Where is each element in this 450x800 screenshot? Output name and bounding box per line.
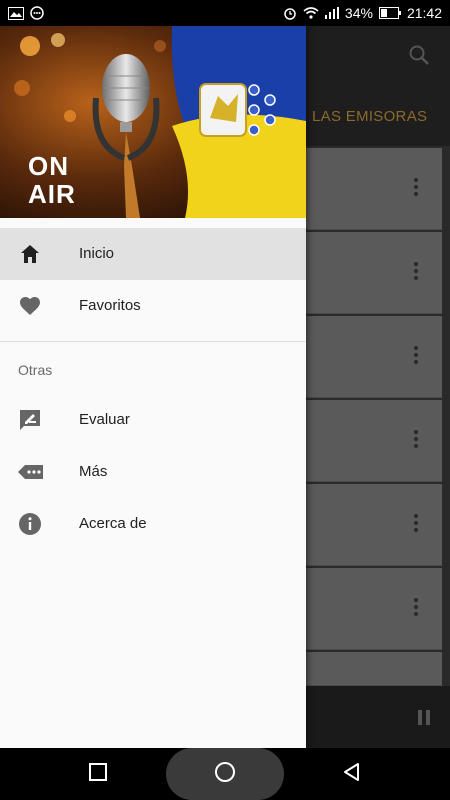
home-button[interactable] [211, 748, 239, 800]
overflow-menu-icon[interactable] [414, 514, 418, 535]
nav-item-inicio[interactable]: Inicio [0, 228, 306, 280]
nav-label-mas: Más [79, 463, 108, 480]
messenger-notification-icon [30, 6, 44, 20]
gallery-notification-icon [8, 6, 24, 20]
alarm-icon [283, 6, 297, 20]
search-icon[interactable] [408, 44, 430, 71]
overflow-menu-icon[interactable] [414, 346, 418, 367]
nav-label-evaluar: Evaluar [79, 411, 130, 428]
recents-button[interactable] [84, 748, 112, 800]
overflow-menu-icon[interactable] [414, 178, 418, 199]
home-icon [18, 242, 42, 266]
back-triangle-icon [342, 762, 362, 787]
on-air-line1: ON [28, 151, 69, 181]
nav-item-evaluar[interactable]: Evaluar [0, 394, 306, 446]
nav-item-mas[interactable]: Más [0, 446, 306, 498]
system-navigation-bar [0, 748, 450, 800]
rate-icon [18, 408, 42, 432]
nav-label-acerca-de: Acerca de [79, 515, 147, 532]
station-card[interactable] [300, 484, 442, 566]
status-left [8, 6, 44, 20]
section-header-otras: Otras [0, 342, 306, 394]
station-card[interactable] [300, 148, 442, 230]
wifi-icon [303, 7, 319, 19]
battery-percent: 34% [344, 5, 373, 21]
on-air-text: ON AIR [28, 152, 76, 208]
station-card[interactable] [300, 316, 442, 398]
on-air-line2: AIR [28, 179, 76, 209]
status-time: 21:42 [406, 5, 442, 21]
square-icon [89, 762, 107, 786]
drawer-header-image: ON AIR [0, 26, 306, 218]
navigation-drawer: ON AIR Inicio Favoritos Otras Evaluar Má… [0, 26, 306, 748]
back-button[interactable] [338, 748, 366, 800]
battery-icon [378, 7, 401, 19]
status-right: 34% 21:42 [283, 5, 442, 21]
overflow-menu-icon[interactable] [414, 598, 418, 619]
signal-icon [324, 7, 339, 19]
station-card[interactable] [300, 568, 442, 650]
info-icon [18, 512, 42, 536]
nav-item-acerca-de[interactable]: Acerca de [0, 498, 306, 550]
more-icon [18, 460, 43, 484]
drawer-nav: Inicio Favoritos Otras Evaluar Más Acerc… [0, 228, 306, 550]
station-card[interactable] [300, 232, 442, 314]
pause-icon[interactable] [418, 710, 430, 725]
nav-label-favoritos: Favoritos [79, 297, 141, 314]
overflow-menu-icon[interactable] [414, 430, 418, 451]
nav-item-favoritos[interactable]: Favoritos [0, 280, 306, 332]
station-card[interactable] [300, 400, 442, 482]
heart-icon [18, 294, 42, 318]
status-bar: 34% 21:42 [0, 0, 450, 26]
circle-icon [214, 761, 236, 788]
station-card[interactable] [300, 652, 442, 686]
section-title: Otras [18, 362, 53, 378]
overflow-menu-icon[interactable] [414, 262, 418, 283]
tab-las-emisoras[interactable]: LAS EMISORAS [312, 108, 427, 125]
nav-label-inicio: Inicio [79, 245, 115, 262]
